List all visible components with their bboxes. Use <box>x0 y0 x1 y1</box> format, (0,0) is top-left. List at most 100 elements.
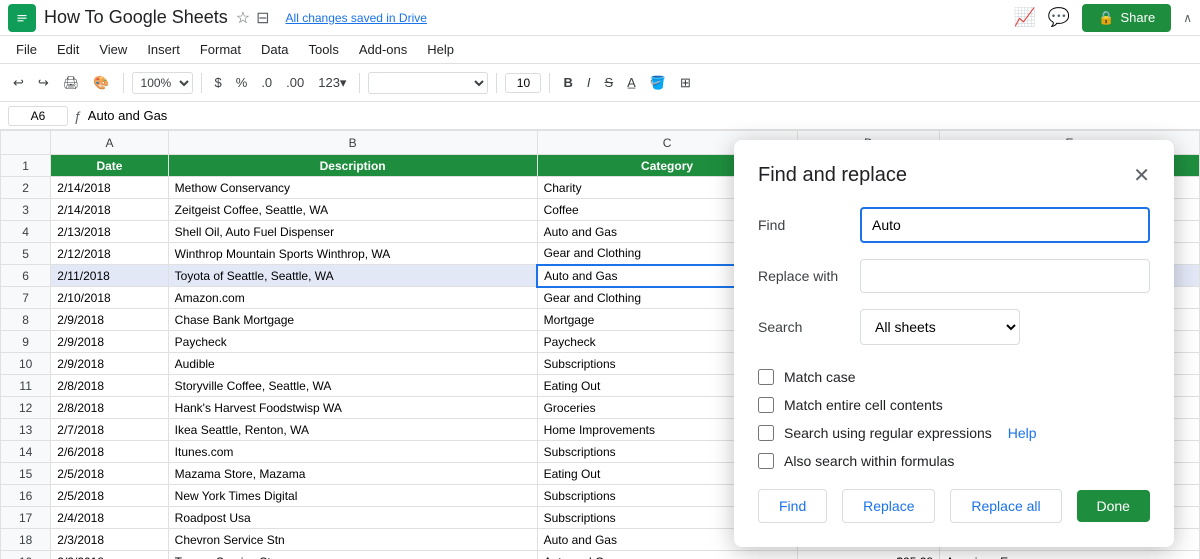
italic-button[interactable]: I <box>582 72 596 93</box>
row-num-14: 14 <box>1 441 51 463</box>
cell-5a[interactable]: 2/12/2018 <box>51 243 168 265</box>
print-button[interactable]: 🖨 <box>58 72 85 94</box>
match-entire-checkbox[interactable] <box>758 397 774 413</box>
menu-view[interactable]: View <box>91 40 135 59</box>
row-num-17: 17 <box>1 507 51 529</box>
font-color-button[interactable]: A̲ <box>622 72 641 93</box>
cell-14b[interactable]: Itunes.com <box>168 441 537 463</box>
cell-17a[interactable]: 2/4/2018 <box>51 507 168 529</box>
decimal-more-button[interactable]: .00 <box>281 72 309 93</box>
help-link[interactable]: Help <box>1008 425 1037 441</box>
cell-11a[interactable]: 2/8/2018 <box>51 375 168 397</box>
col-header-a[interactable]: A <box>51 131 168 155</box>
cell-3b[interactable]: Zeitgeist Coffee, Seattle, WA <box>168 199 537 221</box>
regex-checkbox[interactable] <box>758 425 774 441</box>
replace-all-button[interactable]: Replace all <box>950 489 1061 523</box>
cell-19b[interactable]: Texaco Service Stn <box>168 551 537 559</box>
cell-15b[interactable]: Mazama Store, Mazama <box>168 463 537 485</box>
percent-button[interactable]: % <box>231 72 253 93</box>
decimal-less-button[interactable]: .0 <box>256 72 277 93</box>
formula-search-checkbox[interactable] <box>758 453 774 469</box>
cell-1b[interactable]: Description <box>168 155 537 177</box>
cell-12a[interactable]: 2/8/2018 <box>51 397 168 419</box>
cell-18a[interactable]: 2/3/2018 <box>51 529 168 551</box>
toolbar-sep-4 <box>496 73 497 93</box>
cell-15a[interactable]: 2/5/2018 <box>51 463 168 485</box>
cell-12b[interactable]: Hank's Harvest Foodstwisp WA <box>168 397 537 419</box>
cell-19c[interactable]: Auto and Gas <box>537 551 797 559</box>
share-button[interactable]: 🔒 Share <box>1082 4 1171 32</box>
cell-7a[interactable]: 2/10/2018 <box>51 287 168 309</box>
find-row: Find <box>758 207 1150 243</box>
undo-button[interactable]: ↩ <box>8 72 29 94</box>
menu-insert[interactable]: Insert <box>139 40 188 59</box>
cell-19e[interactable]: American Express <box>940 551 1200 559</box>
replace-input[interactable] <box>860 259 1150 293</box>
cell-14a[interactable]: 2/6/2018 <box>51 441 168 463</box>
redo-button[interactable]: ↪ <box>33 72 54 94</box>
chart-icon[interactable]: 📈 <box>1013 7 1035 28</box>
paint-format-button[interactable]: 🎨 <box>88 72 114 94</box>
formula-input[interactable] <box>88 108 1192 123</box>
toolbar-sep-1 <box>123 73 124 93</box>
zoom-select[interactable]: 100% <box>132 72 193 94</box>
cell-9a[interactable]: 2/9/2018 <box>51 331 168 353</box>
borders-button[interactable]: ⊞ <box>675 72 696 94</box>
search-select[interactable]: All sheets This sheet Specific range <box>860 309 1020 345</box>
cell-1a[interactable]: Date <box>51 155 168 177</box>
close-dialog-button[interactable]: ✕ <box>1133 166 1150 186</box>
cell-17b[interactable]: Roadpost Usa <box>168 507 537 529</box>
format-123-button[interactable]: 123▾ <box>313 72 351 94</box>
menu-tools[interactable]: Tools <box>300 40 346 59</box>
menu-data[interactable]: Data <box>253 40 296 59</box>
cell-4b[interactable]: Shell Oil, Auto Fuel Dispenser <box>168 221 537 243</box>
cell-5b[interactable]: Winthrop Mountain Sports Winthrop, WA <box>168 243 537 265</box>
row-num-4: 4 <box>1 221 51 243</box>
col-header-b[interactable]: B <box>168 131 537 155</box>
cell-19a[interactable]: 2/2/2018 <box>51 551 168 559</box>
menu-format[interactable]: Format <box>192 40 249 59</box>
cell-2b[interactable]: Methow Conservancy <box>168 177 537 199</box>
fill-color-button[interactable]: 🪣 <box>645 72 671 94</box>
done-button[interactable]: Done <box>1077 490 1150 522</box>
menu-help[interactable]: Help <box>419 40 462 59</box>
replace-button[interactable]: Replace <box>842 489 935 523</box>
cell-13b[interactable]: Ikea Seattle, Renton, WA <box>168 419 537 441</box>
comment-icon[interactable]: 💬 <box>1048 7 1070 28</box>
cell-19d[interactable]: -$25.28 <box>797 551 940 559</box>
row-num-19: 19 <box>1 551 51 559</box>
star-icon[interactable]: ☆ <box>236 8 250 28</box>
strikethrough-button[interactable]: S <box>599 72 618 93</box>
cell-8a[interactable]: 2/9/2018 <box>51 309 168 331</box>
cell-6b[interactable]: Toyota of Seattle, Seattle, WA <box>168 265 537 287</box>
dialog-title: Find and replace <box>758 164 907 187</box>
find-button[interactable]: Find <box>758 489 827 523</box>
app-icon <box>8 4 36 32</box>
collapse-icon[interactable]: ∧ <box>1183 11 1192 25</box>
match-case-checkbox[interactable] <box>758 369 774 385</box>
cell-7b[interactable]: Amazon.com <box>168 287 537 309</box>
menu-addons[interactable]: Add-ons <box>351 40 415 59</box>
drive-icon[interactable]: ⊟ <box>256 8 269 28</box>
cell-6a[interactable]: 2/11/2018 <box>51 265 168 287</box>
cell-9b[interactable]: Paycheck <box>168 331 537 353</box>
find-input[interactable] <box>860 207 1150 243</box>
cell-11b[interactable]: Storyville Coffee, Seattle, WA <box>168 375 537 397</box>
font-size-input[interactable] <box>505 73 541 93</box>
currency-button[interactable]: $ <box>210 72 227 93</box>
cell-8b[interactable]: Chase Bank Mortgage <box>168 309 537 331</box>
cell-reference[interactable] <box>8 106 68 126</box>
cell-4a[interactable]: 2/13/2018 <box>51 221 168 243</box>
cell-10a[interactable]: 2/9/2018 <box>51 353 168 375</box>
cell-18b[interactable]: Chevron Service Stn <box>168 529 537 551</box>
bold-button[interactable]: B <box>558 72 577 93</box>
menu-file[interactable]: File <box>8 40 45 59</box>
cell-16a[interactable]: 2/5/2018 <box>51 485 168 507</box>
cell-16b[interactable]: New York Times Digital <box>168 485 537 507</box>
cell-3a[interactable]: 2/14/2018 <box>51 199 168 221</box>
menu-edit[interactable]: Edit <box>49 40 87 59</box>
cell-13a[interactable]: 2/7/2018 <box>51 419 168 441</box>
cell-2a[interactable]: 2/14/2018 <box>51 177 168 199</box>
font-select[interactable] <box>368 72 488 94</box>
cell-10b[interactable]: Audible <box>168 353 537 375</box>
